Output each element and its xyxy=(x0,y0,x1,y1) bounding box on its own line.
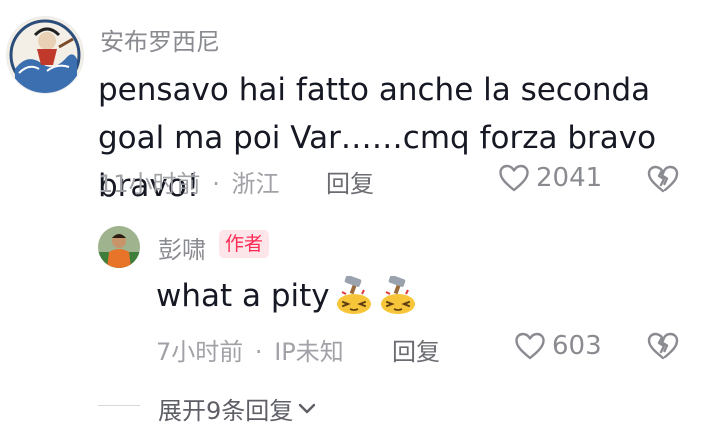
reply-button[interactable]: 回复 xyxy=(326,164,374,199)
reply-like-count: 603 xyxy=(552,331,602,361)
heart-outline-icon xyxy=(499,164,529,192)
reply-location: IP未知 xyxy=(274,338,344,366)
reply-text: what a pity xyxy=(156,278,330,314)
reply-reply-button[interactable]: 回复 xyxy=(392,332,440,367)
reply-dislike-button[interactable] xyxy=(646,331,680,365)
meta-separator: · xyxy=(212,170,220,198)
reply-meta: 7小时前 · IP未知 xyxy=(156,332,344,367)
like-button[interactable]: 2041 xyxy=(498,163,602,193)
reply-like-button[interactable]: 603 xyxy=(514,331,602,361)
chevron-down-icon xyxy=(299,403,316,413)
reply-text-row: what a pity xyxy=(156,276,420,316)
hammer-head-emoji xyxy=(380,276,415,314)
comment-time: 11小时前 xyxy=(98,170,201,198)
expand-replies-label: 展开9条回复 xyxy=(158,397,294,425)
dislike-button[interactable] xyxy=(646,164,680,198)
broken-heart-icon xyxy=(647,332,679,360)
reply-avatar[interactable] xyxy=(98,226,140,268)
hammer-head-emoji xyxy=(336,276,371,314)
reply-time: 7小时前 xyxy=(156,338,244,366)
expand-replies-button[interactable]: 展开9条回复 xyxy=(158,391,317,426)
comment-meta: 11小时前 · 浙江 xyxy=(98,164,279,199)
avatar[interactable] xyxy=(6,16,84,94)
avatar-image xyxy=(7,17,83,93)
reply-avatar-image xyxy=(98,226,140,268)
expand-divider xyxy=(98,405,140,406)
meta-separator: · xyxy=(254,338,263,366)
author-badge: 作者 xyxy=(219,230,270,258)
broken-heart-icon xyxy=(647,165,679,193)
reply-username[interactable]: 彭啸 xyxy=(158,230,206,265)
heart-outline-icon xyxy=(515,332,545,360)
comment-username[interactable]: 安布罗西尼 xyxy=(100,22,220,57)
comment-location: 浙江 xyxy=(231,170,280,198)
like-count: 2041 xyxy=(536,163,603,193)
